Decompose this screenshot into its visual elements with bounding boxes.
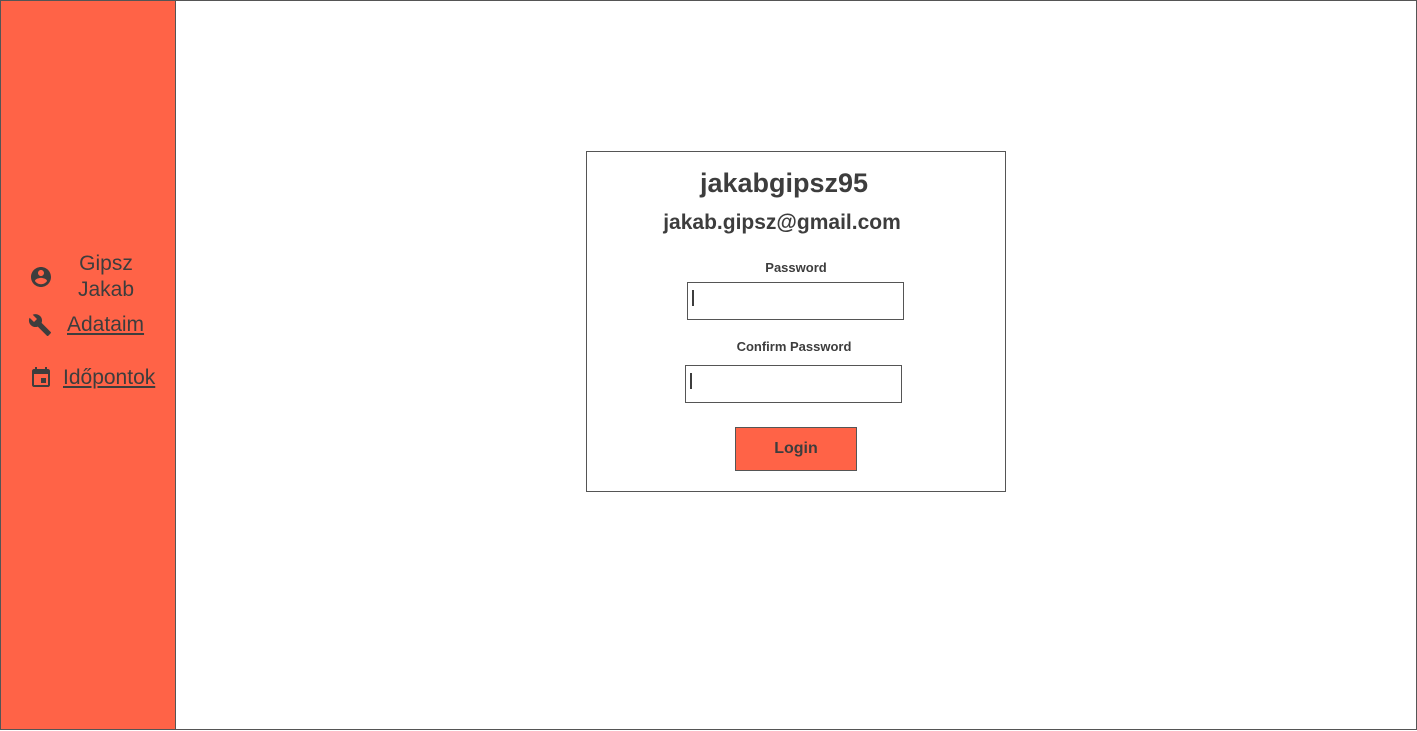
account-circle-icon: [29, 265, 53, 289]
app-frame: Gipsz Jakab Adataim Időpontok jakabgipsz…: [0, 0, 1417, 730]
sidebar-link-idopontok[interactable]: Időpontok: [63, 366, 155, 390]
user-first-line: Gipsz: [79, 252, 133, 275]
username-heading: jakabgipsz95: [699, 168, 869, 198]
calendar-icon: [29, 366, 53, 390]
password-input[interactable]: [687, 282, 904, 320]
sidebar: Gipsz Jakab Adataim Időpontok: [1, 1, 176, 729]
user-second-line: Jakab: [77, 278, 135, 301]
confirm-password-input[interactable]: [685, 365, 902, 403]
confirm-password-label: Confirm Password: [736, 339, 852, 354]
wrench-icon: [28, 313, 52, 337]
sidebar-user: Gipsz Jakab: [29, 251, 141, 303]
user-name: Gipsz Jakab: [71, 251, 141, 303]
sidebar-item-adataim[interactable]: Adataim: [28, 313, 144, 337]
password-label: Password: [765, 260, 827, 275]
email-heading: jakab.gipsz@gmail.com: [663, 211, 901, 234]
sidebar-link-adataim[interactable]: Adataim: [67, 313, 144, 337]
sidebar-item-idopontok[interactable]: Időpontok: [29, 366, 155, 390]
profile-card: jakabgipsz95 jakab.gipsz@gmail.com Passw…: [586, 151, 1006, 492]
login-button[interactable]: Login: [735, 427, 857, 471]
